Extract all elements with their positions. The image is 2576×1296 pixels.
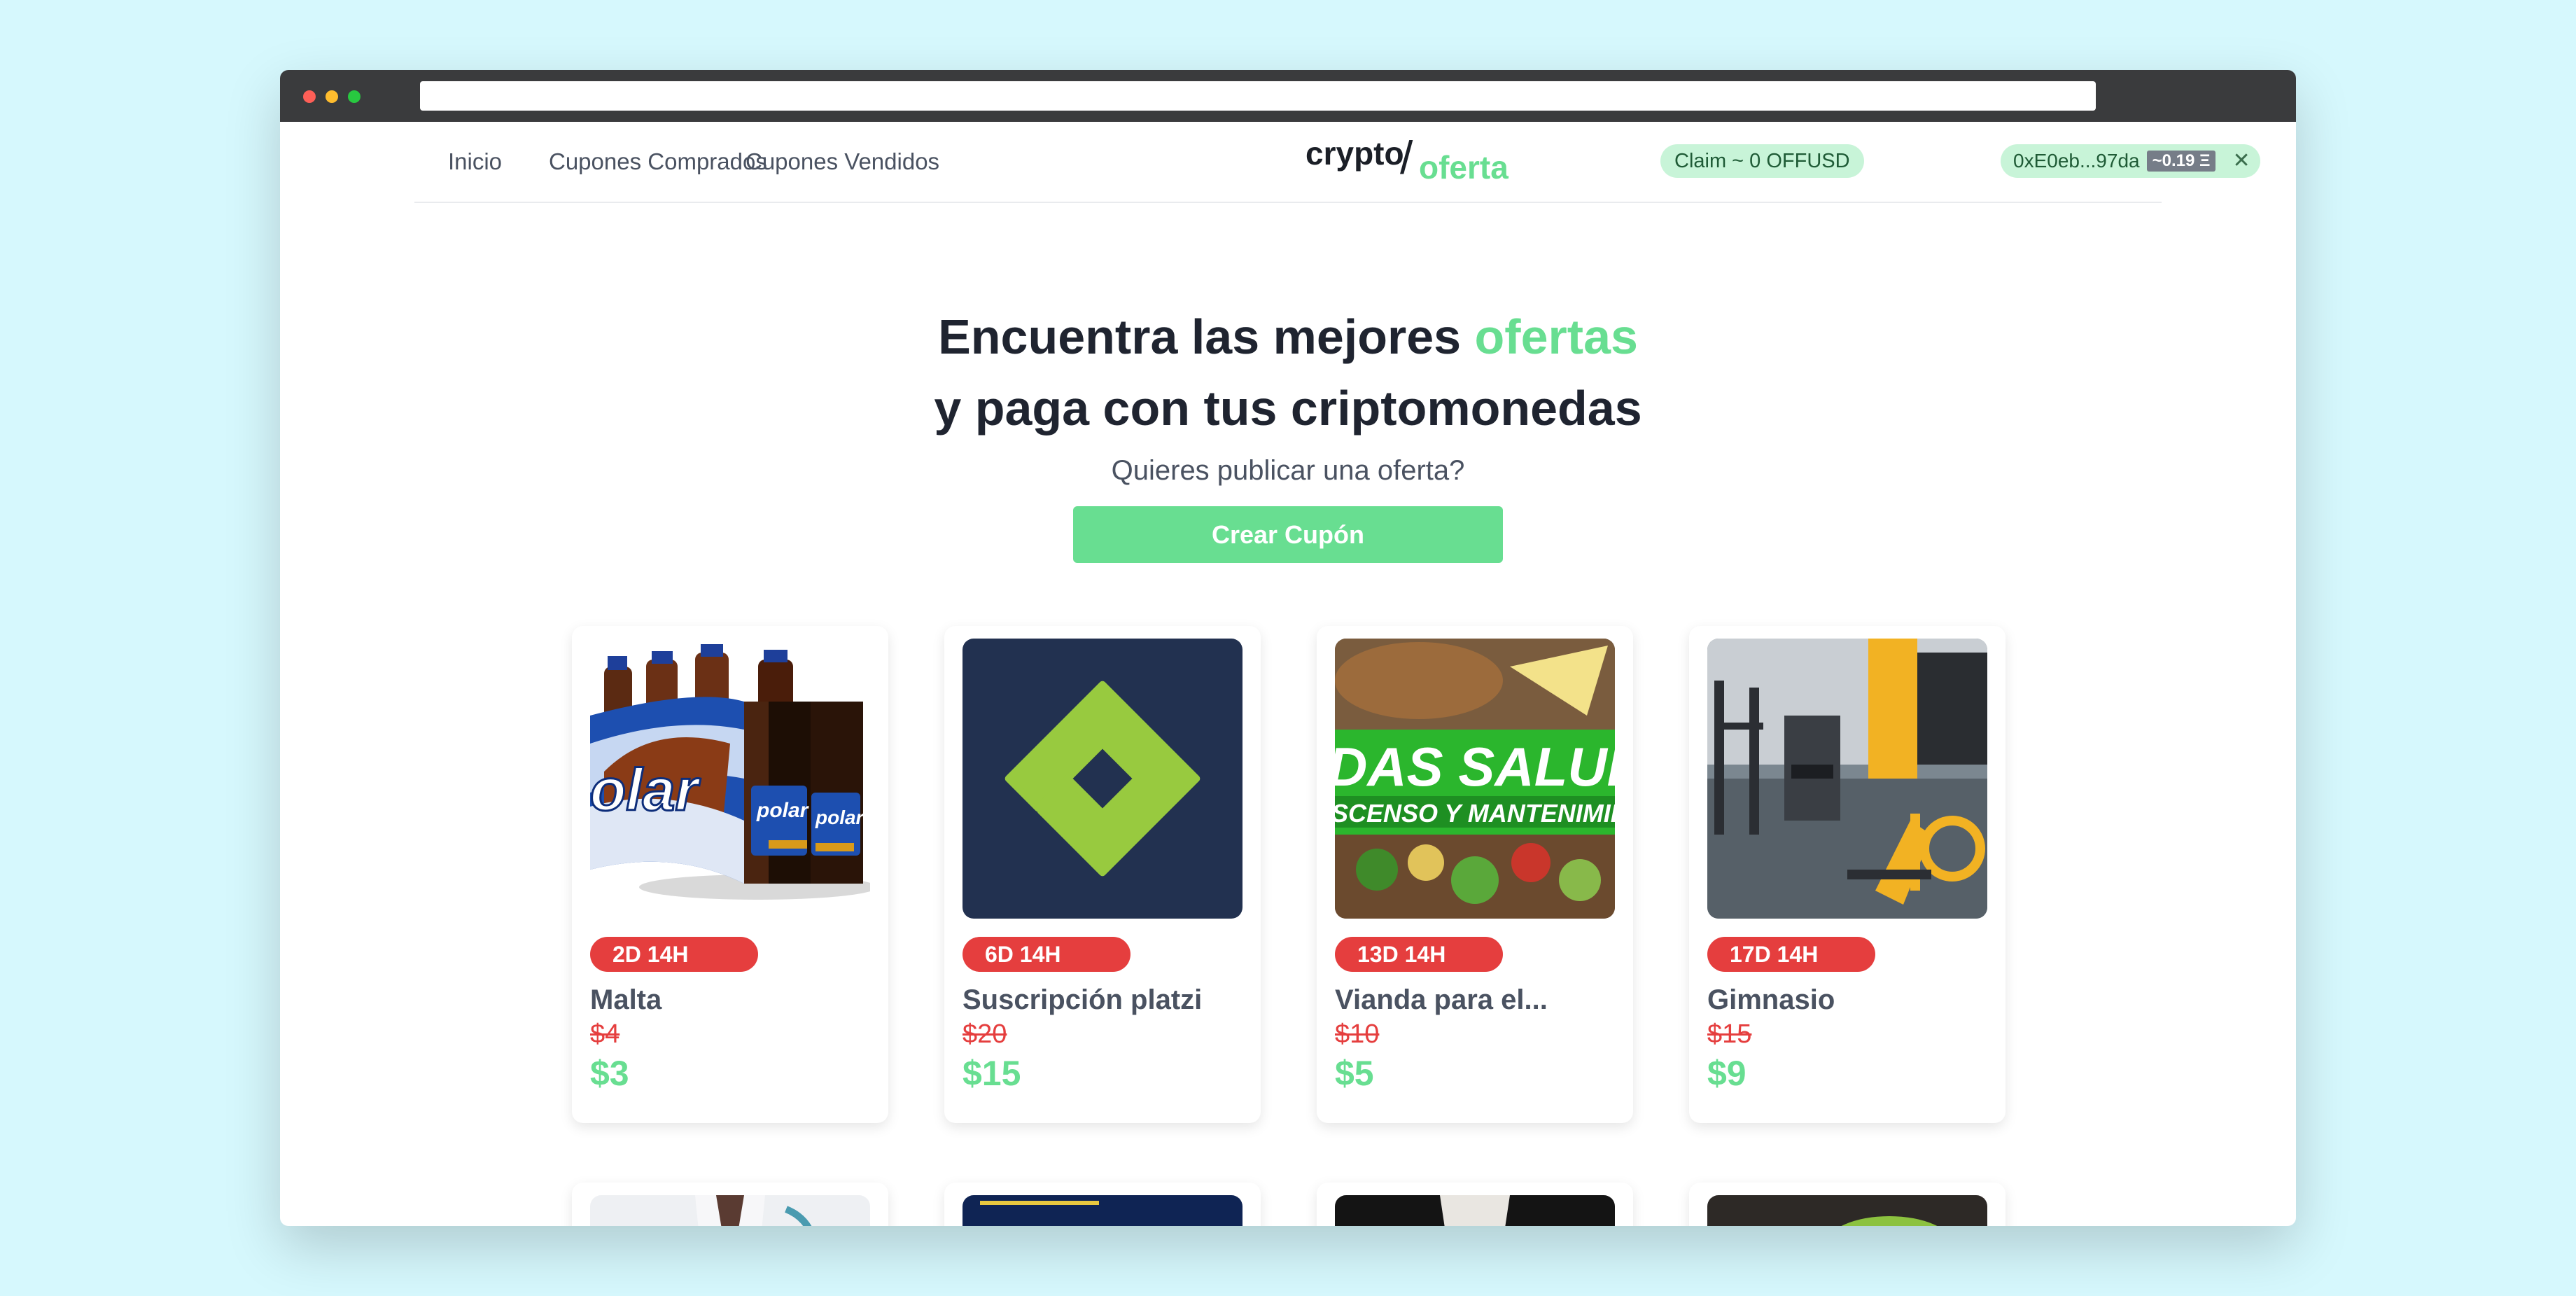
coupon-card-platzi[interactable]: 6D 14H Suscripción platzi $20 $15	[944, 626, 1261, 1123]
coupon-old-price: $10	[1335, 1019, 1380, 1049]
hero-title-prefix: Encuentra las mejores	[938, 309, 1475, 364]
coupon-price: $9	[1707, 1054, 1746, 1093]
healthy-food-icon: DAS SALUDABL SCENSO Y MANTENIMIENTO-FIT	[1335, 639, 1615, 919]
logo-crypto: crypto	[1306, 135, 1404, 172]
coupon-card-gimnasio[interactable]: 17D 14H Gimnasio $15 $9	[1689, 626, 2005, 1123]
close-icon[interactable]: ✕	[2232, 144, 2250, 178]
hero-title-line2: y paga con tus criptomonedas	[934, 381, 1642, 436]
address-bar[interactable]	[420, 81, 2096, 111]
doctor-icon	[590, 1195, 870, 1226]
coupon-old-price: $4	[590, 1019, 620, 1049]
hero-subtitle: Quieres publicar una oferta?	[1111, 455, 1465, 486]
vianda-image-text-2: SCENSO Y MANTENIMIENTO-FIT	[1335, 799, 1615, 828]
coupon-title: Gimnasio	[1707, 984, 1835, 1015]
expiry-badge: 2D 14H	[590, 937, 758, 972]
nav-link-cupones-vendidos[interactable]: Cupones Vendidos	[746, 148, 939, 175]
minimize-window-button[interactable]	[326, 90, 338, 103]
logo-slash: /	[1400, 132, 1413, 183]
coupon-image-burger	[1707, 1195, 1987, 1226]
coupon-price: $15	[962, 1054, 1021, 1093]
expiry-badge: 17D 14H	[1707, 937, 1875, 972]
site-logo[interactable]: crypto / oferta	[1306, 134, 1516, 190]
svg-text:polar: polar	[815, 807, 865, 828]
coupon-card-vianda[interactable]: DAS SALUDABL SCENSO Y MANTENIMIENTO-FIT …	[1317, 626, 1633, 1123]
claim-button[interactable]: Claim ~ 0 OFFUSD	[1660, 144, 1864, 178]
coupon-card-row2-2[interactable]	[944, 1183, 1261, 1226]
coupon-price: $5	[1335, 1054, 1374, 1093]
coupon-card-row2-4[interactable]	[1689, 1183, 2005, 1226]
hero-title-line1: Encuentra las mejores ofertas	[280, 301, 2296, 372]
flowers-icon	[962, 1195, 1242, 1226]
page-content: Inicio Cupones Comprados Cupones Vendido…	[280, 122, 2296, 1226]
maximize-window-button[interactable]	[348, 90, 360, 103]
hero-title-accent: ofertas	[1474, 309, 1638, 364]
expiry-badge: 13D 14H	[1335, 937, 1503, 972]
coupon-title: Vianda para el...	[1335, 984, 1548, 1015]
nav-link-cupones-comprados[interactable]: Cupones Comprados	[549, 148, 767, 175]
wallet-account[interactable]: 0xE0eb...97da ~0.19 Ξ ✕	[2001, 144, 2260, 178]
coupon-image-vianda: DAS SALUDABL SCENSO Y MANTENIMIENTO-FIT	[1335, 639, 1615, 919]
platzi-logo-icon	[962, 639, 1242, 919]
close-window-button[interactable]	[303, 90, 316, 103]
hero-title: Encuentra las mejores ofertas y paga con…	[280, 301, 2296, 444]
coupon-old-price: $15	[1707, 1019, 1752, 1049]
coupon-image-blue-flowers	[962, 1195, 1242, 1226]
coupon-card-malta[interactable]: olar polar polar 2D 14H Malta $4 $3	[572, 626, 888, 1123]
browser-titlebar	[280, 70, 2296, 122]
burger-icon	[1707, 1195, 1987, 1226]
create-coupon-button[interactable]: Crear Cupón	[1073, 506, 1503, 563]
coupon-price: $3	[590, 1054, 629, 1093]
top-nav: Inicio Cupones Comprados Cupones Vendido…	[414, 122, 2260, 203]
coupon-image-suit	[1335, 1195, 1615, 1226]
coupon-old-price: $20	[962, 1019, 1007, 1049]
malta-bottles-icon: olar polar polar	[590, 639, 870, 919]
coupon-image-doctor	[590, 1195, 870, 1226]
suit-icon	[1335, 1195, 1615, 1226]
vianda-image-text-1: DAS SALUDABL	[1335, 736, 1615, 797]
coupon-image-platzi	[962, 639, 1242, 919]
browser-window: Inicio Cupones Comprados Cupones Vendido…	[280, 70, 2296, 1226]
coupon-image-gimnasio	[1707, 639, 1987, 919]
coupon-card-row2-3[interactable]	[1317, 1183, 1633, 1226]
wallet-address: 0xE0eb...97da	[2013, 150, 2140, 172]
expiry-badge: 6D 14H	[962, 937, 1130, 972]
coupon-title: Suscripción platzi	[962, 984, 1203, 1015]
svg-text:olar: olar	[590, 757, 701, 823]
nav-link-inicio[interactable]: Inicio	[448, 148, 502, 175]
coupon-title: Malta	[590, 984, 662, 1015]
coupon-card-row2-1[interactable]	[572, 1183, 888, 1226]
wallet-balance: ~0.19 Ξ	[2146, 151, 2216, 172]
gym-equipment-icon	[1707, 639, 1987, 919]
logo-oferta: oferta	[1419, 149, 1508, 186]
coupon-image-malta: olar polar polar	[590, 639, 870, 919]
svg-text:polar: polar	[756, 799, 810, 822]
